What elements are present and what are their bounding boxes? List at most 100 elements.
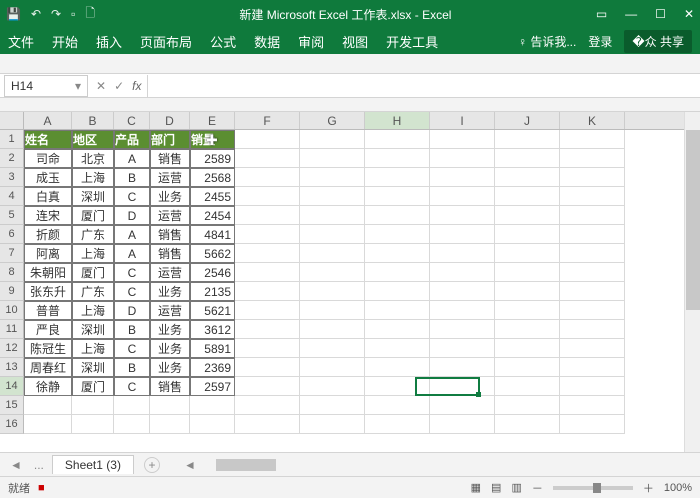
- tab-nav-prev[interactable]: ◄: [6, 458, 26, 472]
- cell[interactable]: [235, 206, 300, 225]
- cancel-icon[interactable]: ✕: [96, 79, 106, 93]
- minimize-icon[interactable]: ―: [625, 7, 637, 21]
- row-header[interactable]: 16: [0, 415, 24, 434]
- cell[interactable]: 深圳: [72, 187, 114, 206]
- cell[interactable]: 2589: [190, 149, 235, 168]
- cell[interactable]: [430, 168, 495, 187]
- cell[interactable]: [430, 415, 495, 434]
- cell[interactable]: 厦门: [72, 377, 114, 396]
- cell[interactable]: [235, 187, 300, 206]
- record-icon[interactable]: ■: [38, 482, 45, 494]
- cell[interactable]: [495, 282, 560, 301]
- cell[interactable]: 2597: [190, 377, 235, 396]
- cell[interactable]: [430, 377, 495, 396]
- cell[interactable]: [300, 396, 365, 415]
- cell[interactable]: [365, 282, 430, 301]
- formula-bar[interactable]: [147, 75, 700, 97]
- cell[interactable]: 地区: [72, 130, 114, 149]
- cell[interactable]: 深圳: [72, 358, 114, 377]
- cell[interactable]: [300, 358, 365, 377]
- cell[interactable]: [495, 320, 560, 339]
- tab-view[interactable]: 视图: [342, 32, 368, 51]
- cell[interactable]: D: [114, 206, 150, 225]
- tab-insert[interactable]: 插入: [96, 32, 122, 51]
- cell[interactable]: 业务: [150, 358, 190, 377]
- cell[interactable]: [24, 415, 72, 434]
- cell[interactable]: [365, 130, 430, 149]
- cell[interactable]: [430, 320, 495, 339]
- cell[interactable]: 上海: [72, 244, 114, 263]
- cell[interactable]: C: [114, 339, 150, 358]
- cell[interactable]: [235, 396, 300, 415]
- cell[interactable]: 广东: [72, 282, 114, 301]
- cell[interactable]: [365, 244, 430, 263]
- cell[interactable]: [300, 339, 365, 358]
- new-icon[interactable]: ▫: [71, 7, 75, 21]
- cell[interactable]: 成玉: [24, 168, 72, 187]
- cell[interactable]: 2568: [190, 168, 235, 187]
- view-layout-icon[interactable]: ▤: [491, 481, 501, 494]
- row-header[interactable]: 7: [0, 244, 24, 263]
- zoom-slider[interactable]: [553, 486, 633, 490]
- name-box[interactable]: H14▾: [4, 75, 88, 97]
- cell[interactable]: 厦门: [72, 206, 114, 225]
- cell[interactable]: [560, 263, 625, 282]
- cell[interactable]: 上海: [72, 168, 114, 187]
- save-icon[interactable]: 💾: [6, 7, 21, 21]
- cell[interactable]: [24, 396, 72, 415]
- col-header-E[interactable]: E: [190, 112, 235, 129]
- cell[interactable]: 上海: [72, 301, 114, 320]
- cell[interactable]: [235, 377, 300, 396]
- cell[interactable]: [560, 415, 625, 434]
- cell[interactable]: [300, 187, 365, 206]
- cell[interactable]: 司命: [24, 149, 72, 168]
- row-header[interactable]: 13: [0, 358, 24, 377]
- preview-icon[interactable]: 🗋: [85, 4, 95, 25]
- cell[interactable]: [430, 130, 495, 149]
- sheet-tab[interactable]: Sheet1 (3): [52, 455, 134, 474]
- cell[interactable]: [300, 225, 365, 244]
- cell[interactable]: [150, 415, 190, 434]
- cell[interactable]: 销售: [150, 244, 190, 263]
- undo-icon[interactable]: ↶: [31, 7, 41, 21]
- cell[interactable]: 严良: [24, 320, 72, 339]
- cell[interactable]: 张东升: [24, 282, 72, 301]
- row-header[interactable]: 9: [0, 282, 24, 301]
- cell[interactable]: [430, 301, 495, 320]
- cell[interactable]: [365, 320, 430, 339]
- cell[interactable]: 部门: [150, 130, 190, 149]
- row-header[interactable]: 2: [0, 149, 24, 168]
- col-header-K[interactable]: K: [560, 112, 625, 129]
- cell[interactable]: 运营: [150, 301, 190, 320]
- cell[interactable]: [300, 206, 365, 225]
- cell[interactable]: [365, 396, 430, 415]
- tab-review[interactable]: 审阅: [298, 32, 324, 51]
- cell[interactable]: [430, 244, 495, 263]
- cell[interactable]: [495, 339, 560, 358]
- cell[interactable]: [560, 282, 625, 301]
- cell[interactable]: [495, 301, 560, 320]
- ribbon-options-icon[interactable]: ▭: [596, 7, 607, 21]
- horizontal-scrollbar[interactable]: ◄: [184, 458, 694, 472]
- cell[interactable]: [235, 320, 300, 339]
- tab-developer[interactable]: 开发工具: [386, 32, 438, 51]
- cell[interactable]: 销售: [150, 377, 190, 396]
- cell[interactable]: [235, 415, 300, 434]
- view-break-icon[interactable]: ▥: [511, 481, 521, 494]
- cell[interactable]: [235, 282, 300, 301]
- cell[interactable]: 姓名: [24, 130, 72, 149]
- select-all[interactable]: [0, 112, 24, 129]
- cell[interactable]: [495, 396, 560, 415]
- cell[interactable]: [300, 263, 365, 282]
- cell[interactable]: [560, 301, 625, 320]
- tell-me[interactable]: ♀ 告诉我...: [518, 33, 576, 50]
- cell[interactable]: [300, 282, 365, 301]
- col-header-C[interactable]: C: [114, 112, 150, 129]
- row-header[interactable]: 15: [0, 396, 24, 415]
- cell[interactable]: B: [114, 168, 150, 187]
- zoom-level[interactable]: 100%: [664, 482, 692, 494]
- cell[interactable]: [495, 206, 560, 225]
- cell[interactable]: [235, 301, 300, 320]
- cell[interactable]: 2135: [190, 282, 235, 301]
- cell[interactable]: [365, 415, 430, 434]
